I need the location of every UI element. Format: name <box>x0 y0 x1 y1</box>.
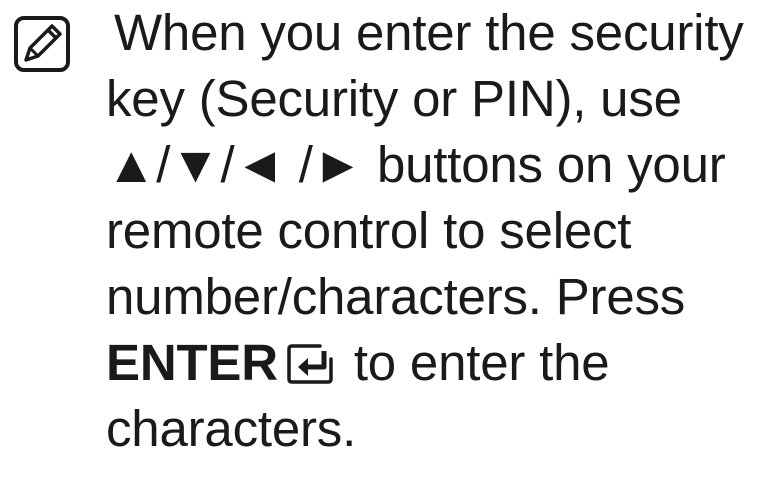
note-line: number/characters. Press <box>106 268 686 325</box>
note-text: When you enter the security key (Securit… <box>106 0 771 462</box>
note-line: When you enter the security <box>114 4 744 61</box>
note-line-rest: to enter the <box>339 334 610 391</box>
note-line-enter: ENTER to enter the <box>106 330 771 396</box>
note-line: ▲/▼/◄ /► buttons on your <box>106 136 726 193</box>
enter-key-label: ENTER <box>106 334 278 391</box>
note-line: characters. <box>106 400 357 457</box>
note-line: key (Security or PIN), use <box>106 70 682 127</box>
note-line: remote control to select <box>106 202 632 259</box>
enter-key-icon <box>286 343 334 385</box>
note-pencil-icon <box>12 14 72 74</box>
